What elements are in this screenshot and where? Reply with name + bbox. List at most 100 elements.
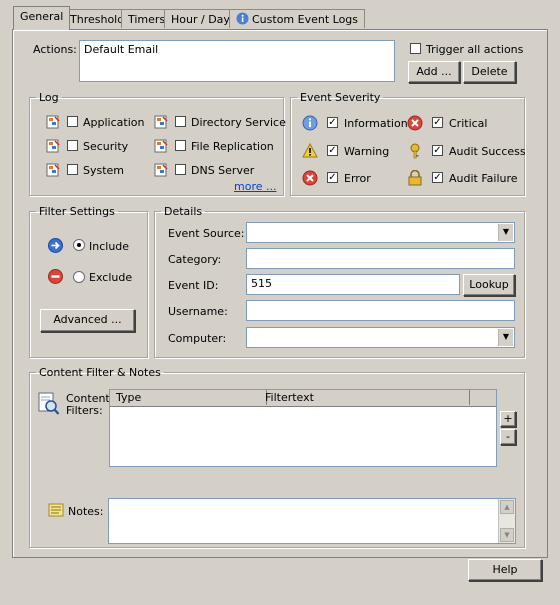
actions-list-item[interactable]: Default Email [84, 43, 158, 56]
advanced-button[interactable]: Advanced ... [40, 309, 135, 332]
scroll-up-icon[interactable]: ▲ [500, 500, 514, 514]
chevron-down-icon[interactable]: ▼ [498, 329, 513, 346]
help-button-label: Help [492, 563, 518, 576]
severity-critical-checkbox[interactable]: ✓ [432, 117, 443, 128]
log-dns-server-label: DNS Server [191, 164, 255, 177]
tab-general-label: General [20, 10, 64, 23]
table-header: Type Filtertext [110, 390, 496, 407]
lookup-button-label: Lookup [469, 278, 509, 291]
column-header-type-label: Type [116, 391, 142, 404]
magnifier-document-icon [38, 392, 60, 419]
event-log-icon [46, 115, 60, 132]
tab-hour-day-label: Hour / Day [171, 13, 230, 26]
computer-label: Computer: [168, 332, 227, 345]
event-log-icon [154, 115, 168, 132]
trigger-all-actions-checkbox[interactable] [410, 43, 421, 54]
error-icon [302, 170, 318, 189]
event-id-value: 515 [251, 277, 272, 290]
log-dns-server-checkbox[interactable] [175, 164, 186, 175]
column-header-filtertext[interactable]: Filtertext [261, 390, 470, 405]
log-security-label: Security [83, 140, 129, 153]
event-log-icon [46, 139, 60, 156]
tab-hour-day[interactable]: Hour / Day [164, 9, 237, 28]
tab-custom-event-logs-label: Custom Event Logs [252, 13, 359, 26]
minus-icon: - [506, 430, 510, 443]
severity-warning-label: Warning [344, 145, 390, 158]
add-filter-button[interactable]: + [500, 411, 516, 427]
event-id-input[interactable]: 515 [246, 274, 460, 295]
lock-icon [407, 169, 423, 189]
log-directory-service-label: Directory Service [191, 116, 286, 129]
delete-action-button-label: Delete [471, 65, 508, 78]
tab-timers-label: Timers [128, 13, 166, 26]
event-severity-title: Event Severity [300, 91, 381, 104]
log-file-replication-label: File Replication [191, 140, 274, 153]
content-filter-notes-title: Content Filter & Notes [39, 366, 161, 379]
notes-textarea[interactable]: ▲ ▼ [108, 498, 516, 544]
event-log-icon [154, 139, 168, 156]
event-log-icon [46, 163, 60, 180]
lookup-button[interactable]: Lookup [463, 274, 515, 296]
event-log-icon [154, 163, 168, 180]
exclude-label: Exclude [89, 271, 133, 284]
tab-custom-event-logs[interactable]: Custom Event Logs [229, 9, 366, 28]
critical-icon [407, 115, 423, 134]
severity-audit-success-checkbox[interactable]: ✓ [432, 145, 443, 156]
content-filters-label-line2: Filters: [66, 404, 103, 417]
exclude-minus-icon [48, 269, 63, 287]
log-file-replication-checkbox[interactable] [175, 140, 186, 151]
severity-error-checkbox[interactable]: ✓ [327, 172, 338, 183]
log-directory-service-checkbox[interactable] [175, 116, 186, 127]
add-action-button[interactable]: Add ... [408, 61, 460, 83]
notes-scrollbar[interactable]: ▲ ▼ [498, 499, 515, 543]
more-logs-link[interactable]: more ... [234, 180, 276, 193]
help-button[interactable]: Help [468, 559, 542, 581]
tab-threshold-label: Threshold [70, 13, 125, 26]
scroll-down-icon[interactable]: ▼ [500, 528, 514, 542]
log-security-checkbox[interactable] [67, 140, 78, 151]
log-application-label: Application [83, 116, 145, 129]
warning-icon [302, 142, 318, 162]
severity-audit-failure-label: Audit Failure [449, 172, 518, 185]
key-icon [407, 143, 423, 162]
exclude-radio[interactable] [73, 271, 85, 283]
details-title: Details [164, 205, 203, 218]
event-id-label: Event ID: [168, 279, 219, 292]
filter-settings-title: Filter Settings [39, 205, 115, 218]
remove-filter-button[interactable]: - [500, 429, 516, 445]
tab-general[interactable]: General [13, 6, 71, 30]
chevron-down-icon[interactable]: ▼ [498, 224, 513, 241]
severity-audit-failure-checkbox[interactable]: ✓ [432, 172, 443, 183]
include-arrow-icon [48, 238, 63, 256]
username-label: Username: [168, 305, 228, 318]
log-system-label: System [83, 164, 125, 177]
actions-list[interactable]: Default Email [79, 40, 395, 82]
notes-icon [48, 503, 64, 520]
computer-dropdown[interactable]: ▼ [246, 327, 515, 348]
info-icon [236, 12, 249, 25]
event-source-label: Event Source: [168, 227, 245, 240]
content-filters-table[interactable]: Type Filtertext [109, 389, 497, 467]
include-radio[interactable] [73, 239, 85, 251]
severity-critical-label: Critical [449, 117, 488, 130]
trigger-all-actions-label: Trigger all actions [426, 43, 524, 56]
add-action-button-label: Add ... [416, 65, 452, 78]
category-input[interactable] [246, 248, 515, 269]
username-input[interactable] [246, 300, 515, 321]
severity-audit-success-label: Audit Success [449, 145, 526, 158]
information-icon [302, 115, 318, 134]
log-group-title: Log [39, 91, 59, 104]
severity-information-checkbox[interactable]: ✓ [327, 117, 338, 128]
column-header-filtertext-label: Filtertext [265, 391, 314, 404]
delete-action-button[interactable]: Delete [463, 61, 516, 83]
column-header-type[interactable]: Type [110, 390, 267, 405]
severity-error-label: Error [344, 172, 371, 185]
category-label: Category: [168, 253, 222, 266]
log-application-checkbox[interactable] [67, 116, 78, 127]
event-source-dropdown[interactable]: ▼ [246, 222, 515, 243]
log-system-checkbox[interactable] [67, 164, 78, 175]
severity-information-label: Information [344, 117, 408, 130]
advanced-button-label: Advanced ... [53, 313, 122, 326]
severity-warning-checkbox[interactable]: ✓ [327, 145, 338, 156]
plus-icon: + [503, 412, 513, 425]
